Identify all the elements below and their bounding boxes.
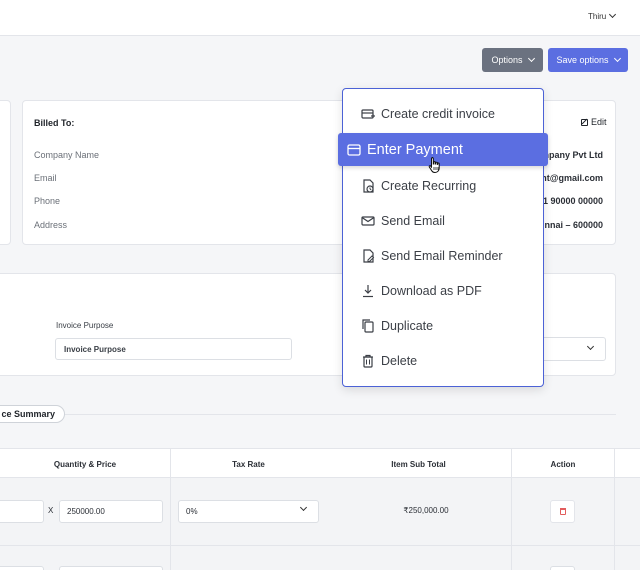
col-item-sub-total: Item Sub Total <box>391 459 446 469</box>
menu-item-enter-payment[interactable]: Enter Payment <box>338 133 548 166</box>
col-action: Action <box>550 459 576 469</box>
top-bar: Thiru <box>0 0 640 36</box>
credit-card-icon <box>347 143 361 156</box>
price-input[interactable] <box>59 566 163 570</box>
save-options-button[interactable]: Save options <box>548 48 628 72</box>
menu-item-send-email-reminder[interactable]: Send Email Reminder <box>361 246 503 266</box>
chevron-down-icon <box>586 342 595 351</box>
times-symbol: X <box>48 506 54 515</box>
user-menu[interactable]: Thiru <box>588 9 617 23</box>
edit-billed-to-link[interactable]: Edit <box>581 117 607 127</box>
menu-item-label: Duplicate <box>381 319 434 333</box>
col-tax-rate: Tax Rate <box>232 459 265 469</box>
menu-item-download-pdf[interactable]: Download as PDF <box>361 281 482 301</box>
trash-icon <box>559 508 566 515</box>
invoice-summary-pill[interactable]: ce Summary <box>0 405 65 423</box>
mail-icon <box>361 216 375 226</box>
items-table-header: Quantity & Price Tax Rate Item Sub Total… <box>0 448 640 478</box>
chevron-down-icon <box>527 54 535 63</box>
credit-invoice-icon <box>361 109 375 119</box>
quantity-input[interactable] <box>0 500 44 523</box>
invoice-purpose-label: Invoice Purpose <box>56 321 114 330</box>
edit-label: Edit <box>591 117 607 127</box>
save-options-label: Save options <box>556 55 609 65</box>
quantity-input[interactable] <box>0 566 44 570</box>
email-value: nt@gmail.com <box>541 173 603 183</box>
company-name-value: mpany Pvt Ltd <box>540 150 603 160</box>
column-divider <box>511 448 512 570</box>
menu-item-label: Send Email <box>381 214 445 228</box>
tax-rate-value: 0% <box>186 507 198 516</box>
trash-icon <box>363 354 373 368</box>
delete-row-button[interactable] <box>550 500 575 523</box>
menu-item-send-email[interactable]: Send Email <box>361 211 445 231</box>
delete-row-button[interactable] <box>550 566 575 570</box>
duplicate-icon <box>362 319 374 333</box>
reminder-icon <box>363 249 375 263</box>
hand-cursor-icon <box>428 157 440 173</box>
edit-icon <box>581 118 588 126</box>
billed-to-title: Billed To: <box>34 118 75 128</box>
col-quantity-price: Quantity & Price <box>53 459 117 469</box>
recurring-icon <box>363 179 374 193</box>
summary-divider <box>64 414 616 415</box>
company-name-label: Company Name <box>34 150 100 160</box>
invoice-purpose-input[interactable]: Invoice Purpose <box>55 338 292 360</box>
menu-item-create-credit-invoice[interactable]: Create credit invoice <box>361 104 495 124</box>
options-button[interactable]: Options <box>482 48 543 72</box>
chevron-down-icon <box>299 503 308 512</box>
options-button-label: Options <box>491 55 523 65</box>
address-value: nnai – 600000 <box>544 220 603 230</box>
tax-rate-select[interactable]: 0% <box>178 500 319 523</box>
phone-value: 1 90000 00000 <box>542 196 603 206</box>
price-input[interactable]: 250000.00 <box>59 500 163 523</box>
phone-label: Phone <box>34 196 61 206</box>
download-icon <box>363 285 373 298</box>
user-name: Thiru <box>588 11 607 21</box>
menu-item-label: Create credit invoice <box>381 107 495 121</box>
item-sub-total: ₹250,000.00 <box>403 506 449 515</box>
chevron-down-icon <box>613 54 621 63</box>
billed-from-card <box>0 100 11 245</box>
menu-item-delete[interactable]: Delete <box>361 351 417 371</box>
menu-item-duplicate[interactable]: Duplicate <box>361 316 433 336</box>
menu-item-label: Enter Payment <box>367 141 463 158</box>
menu-item-label: Send Email Reminder <box>381 249 503 263</box>
chevron-down-icon <box>609 10 617 19</box>
email-label: Email <box>34 173 57 183</box>
menu-item-label: Download as PDF <box>381 284 482 298</box>
menu-item-label: Create Recurring <box>381 179 477 193</box>
address-label: Address <box>34 220 68 230</box>
column-divider <box>614 448 615 570</box>
column-divider <box>170 448 171 570</box>
menu-item-label: Delete <box>381 354 418 368</box>
menu-item-create-recurring[interactable]: Create Recurring <box>361 176 476 196</box>
